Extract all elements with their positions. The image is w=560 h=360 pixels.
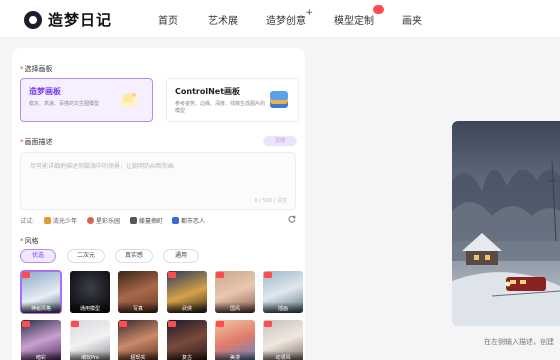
style-tab-anime[interactable]: 二次元	[67, 249, 105, 263]
style-tab-realistic[interactable]: 真实感	[115, 249, 153, 263]
style-tile[interactable]: 通用模型	[70, 271, 110, 313]
layers-icon	[270, 91, 288, 108]
nav-creative[interactable]: 造梦创意 +	[266, 8, 313, 27]
preview-image	[452, 121, 560, 326]
empty-hint: 在左侧输入描述，创建	[484, 338, 554, 346]
hot-badge	[168, 272, 176, 278]
try-label: 试试:	[20, 218, 35, 225]
suggestion-chip[interactable]: 都市恋人	[172, 216, 205, 225]
suggestion-chip[interactable]: 星彩乐园	[87, 216, 120, 225]
brand-name: 造梦日记	[48, 11, 113, 29]
style-tile[interactable]: 复古	[167, 320, 207, 360]
prompt-section-label: *画面描述	[20, 138, 53, 146]
nav-creative-label: 造梦创意	[266, 16, 306, 27]
try-suggestions: 试试: 流光少年 星彩乐园 藤蔓摘町 都市恋人	[20, 215, 297, 226]
style-tab-general[interactable]: 通用	[163, 249, 199, 263]
clear-button[interactable]: 清空	[277, 198, 287, 204]
board-desc: 参考姿势、边缘、深度、线稿生成图片的模型	[175, 101, 266, 114]
snow-train-illustration	[452, 121, 560, 326]
hot-badge	[216, 272, 224, 278]
prompt-textarea[interactable]: 尽可能详细地描述你脑海中的场景，让聪明的AI帮你画 0 / 500 | 清空	[20, 152, 296, 210]
board-option-dream[interactable]: 造梦画板 稳定、高速、百搭的文生图模型	[20, 78, 153, 122]
hot-badge	[22, 272, 30, 278]
face-icon	[87, 217, 94, 224]
nav-art-exhibition[interactable]: 艺术展	[208, 12, 238, 27]
style-tile[interactable]: 神秘风格	[20, 270, 62, 314]
style-tile[interactable]: 国风	[215, 271, 255, 313]
style-tile[interactable]: 动漫风	[263, 320, 303, 360]
style-tile[interactable]: 暗彩	[21, 320, 61, 360]
new-badge	[373, 5, 384, 14]
nav-folder[interactable]: 画夹	[402, 12, 422, 27]
hot-badge	[216, 321, 224, 327]
board-option-controlnet[interactable]: ControlNet画板 参考姿势、边缘、深度、线稿生成图片的模型	[166, 78, 299, 122]
nav-model-custom[interactable]: 模型定制	[334, 5, 384, 27]
creation-panel: *选择画板 造梦画板 稳定、高速、百搭的文生图模型 ControlNet画板 参…	[12, 48, 305, 360]
city-icon	[172, 217, 179, 224]
style-tile[interactable]: 写真	[118, 271, 158, 313]
style-tile[interactable]: 美漫	[215, 320, 255, 360]
refresh-icon[interactable]	[288, 215, 296, 223]
top-nav-bar: 造梦日记 首页 艺术展 造梦创意 + 模型定制 画夹	[0, 0, 560, 38]
feather-icon	[44, 217, 51, 224]
nav-home[interactable]: 首页	[158, 12, 178, 27]
style-tile[interactable]: 潮玩Pro	[70, 320, 110, 360]
prompt-counter: 0 / 500 | 清空	[254, 198, 287, 204]
nav-model-custom-label: 模型定制	[334, 16, 374, 27]
hot-badge	[264, 272, 272, 278]
hot-badge	[22, 321, 30, 327]
dream-board-icon	[121, 93, 137, 107]
enhance-button[interactable]: 灵感	[263, 136, 297, 146]
logo[interactable]: 造梦日记	[24, 9, 112, 30]
vine-icon	[130, 217, 137, 224]
hot-badge	[264, 321, 272, 327]
hot-badge	[71, 321, 79, 327]
prompt-placeholder: 尽可能详细地描述你脑海中的场景，让聪明的AI帮你画	[30, 163, 174, 170]
logo-icon	[24, 10, 42, 29]
style-tile[interactable]: 武侠	[167, 271, 207, 313]
plus-icon: +	[305, 8, 313, 18]
style-tab-preferred[interactable]: 优选	[20, 249, 56, 263]
suggestion-chip[interactable]: 流光少年	[44, 216, 77, 225]
board-section-label: *选择画板	[20, 65, 53, 73]
style-tile[interactable]: 插画	[263, 271, 303, 313]
style-tile[interactable]: 超现实	[118, 320, 158, 360]
hot-badge	[168, 321, 176, 327]
style-section-label: *风格	[20, 237, 39, 245]
hot-badge	[119, 321, 127, 327]
suggestion-chip[interactable]: 藤蔓摘町	[130, 216, 163, 225]
